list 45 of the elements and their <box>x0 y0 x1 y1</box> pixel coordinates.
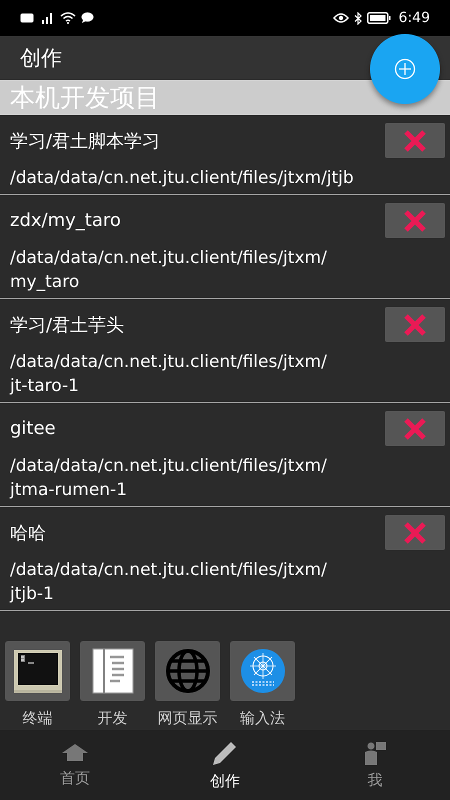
wifi-icon <box>60 12 76 24</box>
delete-button[interactable] <box>385 123 445 158</box>
globe-icon <box>164 648 210 694</box>
delete-button[interactable] <box>385 203 445 238</box>
project-path: /data/data/cn.net.jtu.client/files/jtxm/ jtjb-1 <box>10 559 328 606</box>
tool-button[interactable] <box>80 641 145 701</box>
delete-button[interactable] <box>385 411 445 446</box>
tool-label: 输入法 <box>240 709 285 728</box>
pencil-icon <box>212 740 238 766</box>
close-icon <box>403 210 427 232</box>
close-icon <box>403 130 427 152</box>
delete-button[interactable] <box>385 307 445 342</box>
keyboard-wheel-icon <box>240 648 286 694</box>
bluetooth-icon <box>354 12 362 24</box>
tool-label: 网页显示 <box>158 709 218 728</box>
battery-icon <box>366 12 391 24</box>
project-path: /data/data/cn.net.jtu.client/files/jtxm/ jtma-rumen-1 <box>10 455 328 502</box>
tool-button[interactable] <box>230 641 295 701</box>
nav-tab[interactable]: 首页 <box>0 730 150 800</box>
status-time: 6:49 <box>398 10 430 26</box>
delete-button[interactable] <box>385 515 445 550</box>
tool-label: 开发 <box>98 709 128 728</box>
close-icon <box>403 314 427 336</box>
nav-tab[interactable]: 创作 <box>150 730 300 800</box>
project-name[interactable]: 哈哈 <box>10 520 46 544</box>
document-icon <box>90 647 136 695</box>
plus-circle-icon <box>394 58 416 80</box>
page-title: 创作 <box>20 45 62 72</box>
project-path: /data/data/cn.net.jtu.client/files/jtxm/ jt-taro-1 <box>10 351 328 398</box>
project-path: /data/data/cn.net.jtu.client/files/jtxm/ my_taro <box>10 247 328 294</box>
nav-tab[interactable]: 我 <box>300 730 450 800</box>
close-icon <box>403 418 427 440</box>
tool-button[interactable] <box>5 641 70 701</box>
close-icon <box>403 522 427 544</box>
project-name[interactable]: zdx/my_taro <box>10 210 121 231</box>
project-name[interactable]: 学习/君土脚本学习 <box>10 128 160 152</box>
tool-label: 终端 <box>22 709 52 728</box>
project-name[interactable]: 学习/君土芋头 <box>10 312 124 336</box>
project-path: /data/data/cn.net.jtu.client/files/jtxm/jtjb <box>10 167 355 190</box>
person-flag-icon <box>363 740 387 764</box>
eye-icon <box>332 13 349 23</box>
chat-bubble-icon <box>81 12 94 24</box>
house-icon <box>61 742 89 762</box>
project-name[interactable]: gitee <box>10 418 56 439</box>
signal-icon <box>39 12 55 24</box>
